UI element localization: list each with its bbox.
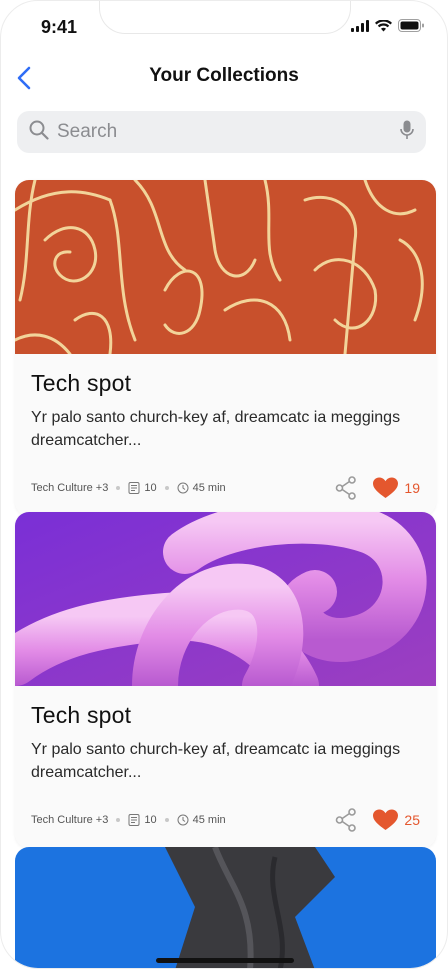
- document-icon: [128, 482, 140, 494]
- duration: 45 min: [177, 814, 226, 826]
- items-count: 10: [128, 482, 157, 494]
- like-count: 25: [404, 812, 420, 828]
- status-time: 9:41: [41, 17, 78, 37]
- share-button[interactable]: [331, 473, 361, 503]
- separator-dot: [116, 486, 121, 490]
- collection-card[interactable]: Tech spot Yr palo santo church-key af, d…: [15, 512, 436, 848]
- signal-icon: [351, 19, 369, 37]
- items-count-value: 10: [144, 482, 157, 494]
- collection-card[interactable]: Tech spot Yr palo santo church-key af, d…: [15, 180, 436, 516]
- page-title: Your Collections: [149, 65, 299, 86]
- card-meta: Tech Culture +3 10 45 min 19: [31, 474, 420, 502]
- home-indicator[interactable]: [156, 958, 294, 963]
- collection-card-partial[interactable]: [15, 847, 436, 968]
- separator-dot: [164, 818, 169, 822]
- card-category: Tech Culture +3: [31, 482, 109, 494]
- card-description: Yr palo santo church-key af, dreamcatc i…: [31, 741, 401, 781]
- separator-dot: [116, 818, 121, 822]
- card-body: Tech spot Yr palo santo church-key af, d…: [15, 354, 436, 516]
- clock-icon: [177, 814, 189, 826]
- search-input[interactable]: [57, 121, 400, 143]
- card-meta: Tech Culture +3 10 45 min 25: [31, 806, 420, 834]
- duration: 45 min: [177, 482, 226, 494]
- search-bar[interactable]: [17, 111, 426, 153]
- like-count: 19: [404, 480, 420, 496]
- wifi-icon: [375, 19, 392, 37]
- duration-value: 45 min: [192, 814, 226, 826]
- duration-value: 45 min: [192, 482, 226, 494]
- status-icons: [351, 19, 425, 37]
- card-body: Tech spot Yr palo santo church-key af, d…: [15, 686, 436, 848]
- clock-icon: [177, 482, 189, 494]
- card-title: Tech spot: [31, 702, 132, 728]
- heart-icon: [373, 809, 399, 830]
- nav-header: Your Collections: [1, 61, 447, 95]
- share-button[interactable]: [331, 805, 361, 835]
- card-image-abstract: [15, 180, 436, 354]
- like-button[interactable]: 25: [373, 809, 420, 831]
- like-button[interactable]: 19: [373, 477, 420, 499]
- share-icon: [336, 476, 357, 500]
- document-icon: [128, 814, 140, 826]
- microphone-icon[interactable]: [400, 120, 414, 145]
- card-category: Tech Culture +3: [31, 814, 109, 826]
- items-count: 10: [128, 814, 157, 826]
- items-count-value: 10: [144, 814, 157, 826]
- separator-dot: [164, 486, 169, 490]
- card-title: Tech spot: [31, 370, 132, 396]
- status-bar: 9:41: [1, 13, 447, 43]
- card-description: Yr palo santo church-key af, dreamcatc i…: [31, 409, 401, 449]
- battery-icon: [398, 19, 425, 37]
- share-icon: [336, 808, 357, 832]
- card-image-3d-shape: [15, 512, 436, 686]
- search-icon: [29, 120, 49, 145]
- phone-frame: 9:41 Your Collections Search Tech spot Y…: [0, 0, 448, 969]
- heart-icon: [373, 477, 399, 498]
- card-image-statue: [15, 847, 436, 968]
